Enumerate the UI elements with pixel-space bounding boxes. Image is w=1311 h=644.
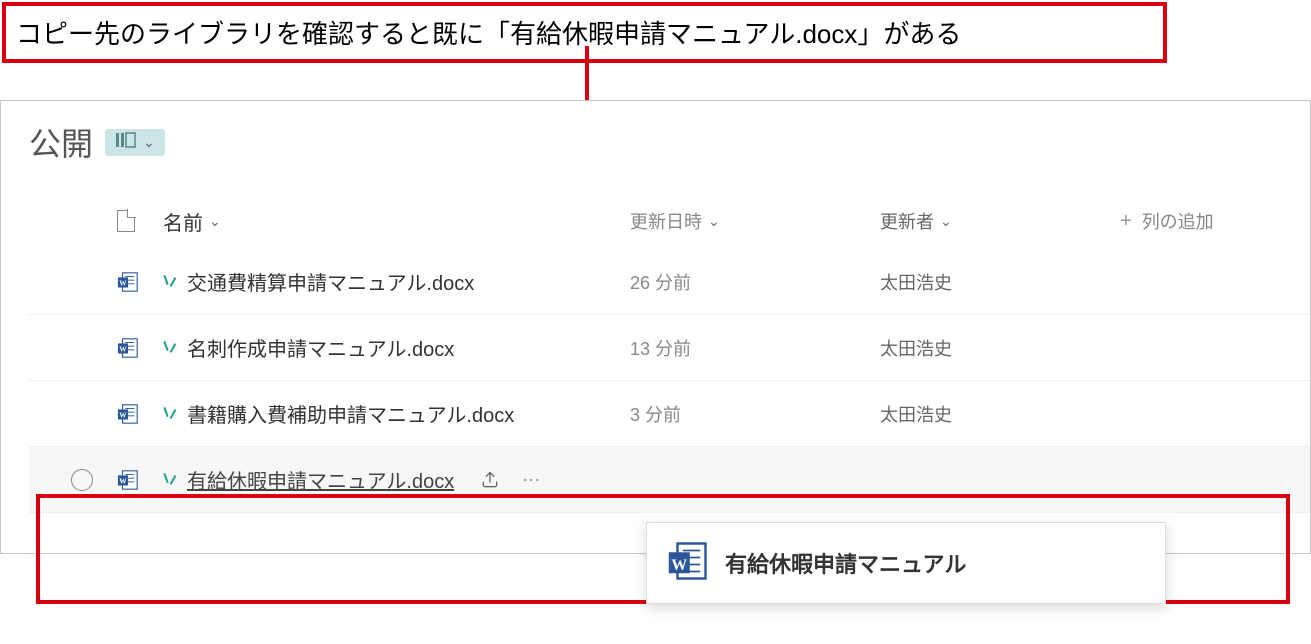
word-icon: W: [667, 540, 709, 587]
table-row[interactable]: W 書籍購入費補助申請マニュアル.docx 3 分前 太田浩史: [29, 381, 1310, 447]
add-column-button[interactable]: + 列の追加: [1120, 208, 1310, 234]
new-indicator-icon: [163, 407, 177, 421]
word-icon: W: [117, 403, 139, 425]
file-table: 名前 ⌄ 更新日時 ⌄ 更新者 ⌄ + 列の追加 W: [29, 193, 1310, 513]
word-icon: W: [117, 469, 139, 491]
file-name-cell[interactable]: 書籍購入費補助申請マニュアル.docx: [163, 399, 630, 428]
plus-icon: +: [1120, 210, 1132, 233]
table-row[interactable]: W 有給休暇申請マニュアル.docx ···: [29, 447, 1310, 513]
library-header: 公開 ⌄: [29, 119, 1310, 165]
new-indicator-icon: [163, 473, 177, 487]
word-icon: W: [117, 337, 139, 359]
share-icon[interactable]: [480, 470, 500, 490]
row-actions: ···: [480, 469, 540, 490]
chevron-down-icon: ⌄: [708, 213, 720, 230]
chevron-down-icon: ⌄: [209, 213, 221, 230]
col-modified-by-header[interactable]: 更新者 ⌄: [880, 208, 1120, 234]
new-indicator-icon: [163, 341, 177, 355]
col-modified-header[interactable]: 更新日時 ⌄: [630, 208, 880, 234]
word-icon: W: [117, 271, 139, 293]
more-actions-icon[interactable]: ···: [522, 469, 540, 490]
svg-text:W: W: [119, 278, 127, 287]
row-select[interactable]: [47, 469, 117, 491]
file-type-icon: W: [117, 469, 163, 491]
col-modified-by-label: 更新者: [880, 208, 934, 234]
modified-cell: 3 分前: [630, 401, 880, 427]
col-name-label: 名前: [163, 207, 203, 236]
view-switcher[interactable]: ⌄: [105, 129, 165, 156]
new-indicator-icon: [163, 275, 177, 289]
file-name-cell[interactable]: 有給休暇申請マニュアル.docx ···: [163, 465, 630, 494]
table-row[interactable]: W 名刺作成申請マニュアル.docx 13 分前 太田浩史: [29, 315, 1310, 381]
table-header-row: 名前 ⌄ 更新日時 ⌄ 更新者 ⌄ + 列の追加: [29, 193, 1310, 249]
annotation-text: コピー先のライブラリを確認すると既に「有給休暇申請マニュアル.docx」がある: [16, 19, 961, 49]
svg-text:W: W: [671, 556, 687, 573]
modified-cell: 26 分前: [630, 269, 880, 295]
file-preview-popup: W 有給休暇申請マニュアル: [646, 522, 1166, 604]
document-library-panel: 公開 ⌄ 名前 ⌄ 更新日時 ⌄: [0, 100, 1311, 554]
file-name: 有給休暇申請マニュアル.docx: [187, 465, 454, 494]
svg-text:W: W: [119, 476, 127, 485]
add-column-label: 列の追加: [1142, 208, 1214, 234]
col-name-header[interactable]: 名前 ⌄: [163, 207, 630, 236]
modified-cell: 13 分前: [630, 335, 880, 361]
table-row[interactable]: W 交通費精算申請マニュアル.docx 26 分前 太田浩史: [29, 249, 1310, 315]
chevron-down-icon: ⌄: [143, 134, 155, 151]
library-title: 公開: [29, 119, 93, 165]
modified-by-cell[interactable]: 太田浩史: [880, 269, 1120, 295]
select-circle-icon[interactable]: [71, 469, 93, 491]
file-name: 書籍購入費補助申請マニュアル.docx: [187, 399, 514, 428]
view-switcher-icon: [115, 131, 137, 154]
document-type-icon: [117, 210, 135, 232]
svg-text:W: W: [119, 410, 127, 419]
file-type-icon: W: [117, 271, 163, 293]
file-name: 名刺作成申請マニュアル.docx: [187, 333, 454, 362]
file-type-icon: W: [117, 337, 163, 359]
col-modified-label: 更新日時: [630, 208, 702, 234]
modified-by-cell[interactable]: 太田浩史: [880, 401, 1120, 427]
file-name-cell[interactable]: 交通費精算申請マニュアル.docx: [163, 267, 630, 296]
svg-text:W: W: [119, 344, 127, 353]
file-name-cell[interactable]: 名刺作成申請マニュアル.docx: [163, 333, 630, 362]
file-type-icon: W: [117, 403, 163, 425]
popup-title: 有給休暇申請マニュアル: [725, 547, 966, 579]
col-type-header[interactable]: [117, 210, 163, 232]
chevron-down-icon: ⌄: [940, 213, 952, 230]
file-name: 交通費精算申請マニュアル.docx: [187, 267, 474, 296]
modified-by-cell[interactable]: 太田浩史: [880, 335, 1120, 361]
